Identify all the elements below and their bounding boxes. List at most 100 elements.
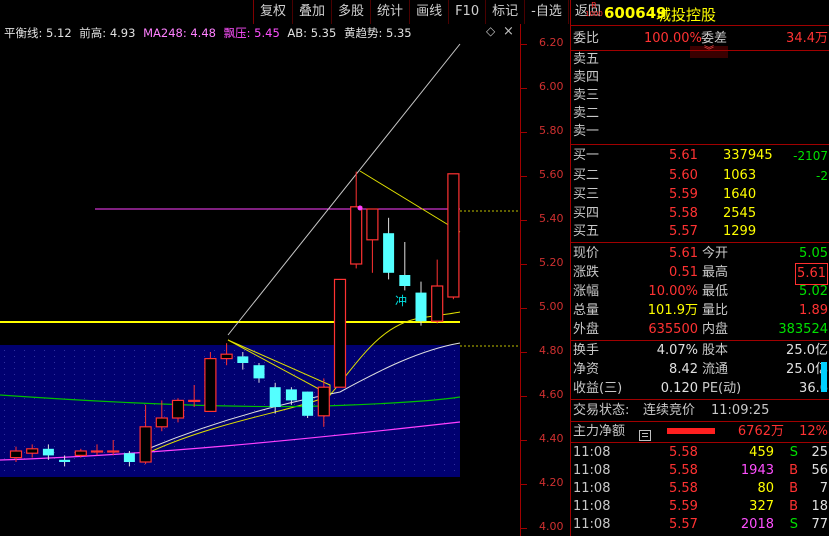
zone-dot <box>94 398 95 399</box>
zone-dot <box>204 434 205 435</box>
zone-dot <box>354 380 355 381</box>
buy-row[interactable]: 买三 5.59 1640 <box>571 185 829 205</box>
candlestick-chart[interactable]: 冲 <box>0 24 520 536</box>
draw-line-button[interactable]: 画线 <box>409 0 448 24</box>
zone-dot <box>234 416 235 417</box>
zone-dot <box>354 416 355 417</box>
tick-side: S <box>789 517 798 532</box>
zone-dot <box>284 380 285 381</box>
zone-dot <box>164 374 165 375</box>
zone-dot <box>264 440 265 441</box>
zone-dot <box>124 446 125 447</box>
scroll-indicator[interactable] <box>821 362 827 392</box>
zone-dot <box>294 422 295 423</box>
zone-dot <box>424 464 425 465</box>
zone-dot <box>224 398 225 399</box>
open-price: 5.05 <box>799 246 828 261</box>
ratio-diff-value: 34.4万 <box>786 31 828 46</box>
zone-dot <box>84 362 85 363</box>
buy-row[interactable]: 买五 5.57 1299 <box>571 222 829 242</box>
zone-dot <box>4 362 5 363</box>
zone-dot <box>234 392 235 393</box>
quote-label: 量比 <box>702 303 729 318</box>
zone-dot <box>284 470 285 471</box>
zone-dot <box>384 440 385 441</box>
zone-dot <box>424 458 425 459</box>
zone-dot <box>364 464 365 465</box>
chong-label: 冲 <box>395 293 407 308</box>
zone-dot <box>414 458 415 459</box>
buy-price: 5.61 <box>669 148 698 163</box>
zone-dot <box>434 362 435 363</box>
zone-dot <box>34 422 35 423</box>
zone-dot <box>124 428 125 429</box>
zone-dot <box>394 350 395 351</box>
zone-dot <box>34 428 35 429</box>
zone-dot <box>54 392 55 393</box>
statistics-button[interactable]: 统计 <box>370 0 409 24</box>
zone-dot <box>364 422 365 423</box>
zone-dot <box>384 434 385 435</box>
zone-dot <box>114 404 115 405</box>
zone-dot <box>144 374 145 375</box>
zone-dot <box>454 362 455 363</box>
multi-stock-button[interactable]: 多股 <box>331 0 370 24</box>
zone-dot <box>194 470 195 471</box>
zone-dot <box>424 446 425 447</box>
zone-dot <box>104 350 105 351</box>
zone-dot <box>374 446 375 447</box>
axis-tick <box>521 264 527 265</box>
buy-row[interactable]: 买四 5.58 2545 <box>571 204 829 224</box>
overlay-button[interactable]: 叠加 <box>292 0 331 24</box>
remove-watchlist-button[interactable]: -自选 <box>524 0 568 24</box>
mark-button[interactable]: 标记 <box>485 0 524 24</box>
axis-label: 4.00 <box>539 520 564 533</box>
ratio-label: 委比 <box>573 31 600 46</box>
zone-dot <box>294 446 295 447</box>
zone-dot <box>354 386 355 387</box>
zone-dot <box>454 410 455 411</box>
zone-dot <box>314 368 315 369</box>
zone-dot <box>254 428 255 429</box>
zone-dot <box>44 428 45 429</box>
zone-dot <box>224 380 225 381</box>
fund-row: 换手 4.07% 股本 25.0亿 <box>571 341 829 361</box>
zone-dot <box>344 428 345 429</box>
zone-dot <box>444 416 445 417</box>
zone-dot <box>364 440 365 441</box>
zone-dot <box>64 404 65 405</box>
net-assets: 8.42 <box>669 362 698 377</box>
tick-side: B <box>789 499 798 514</box>
zone-dot <box>154 350 155 351</box>
zone-dot <box>154 386 155 387</box>
zone-dot <box>184 368 185 369</box>
zone-dot <box>434 452 435 453</box>
f10-button[interactable]: F10 <box>448 0 485 24</box>
zone-dot <box>354 350 355 351</box>
zone-dot <box>264 392 265 393</box>
zone-dot <box>84 458 85 459</box>
zone-dot <box>4 350 5 351</box>
sell-row: 卖一 <box>571 122 829 142</box>
zone-dot <box>304 356 305 357</box>
zone-dot <box>194 458 195 459</box>
zone-dot <box>384 446 385 447</box>
stock-header: R 1000 600649 城投控股 <box>571 0 829 26</box>
zone-dot <box>94 440 95 441</box>
zone-dot <box>404 362 405 363</box>
zone-dot <box>84 422 85 423</box>
zone-dot <box>204 416 205 417</box>
zone-dot <box>24 440 25 441</box>
zone-dot <box>454 446 455 447</box>
buy-row[interactable]: 买二 5.60 1063 -2 <box>571 166 829 186</box>
zone-dot <box>234 350 235 351</box>
zone-dot <box>274 362 275 363</box>
axis-tick <box>521 220 527 221</box>
quote-label: 内盘 <box>702 322 729 337</box>
zone-dot <box>354 440 355 441</box>
candle-down <box>237 356 249 363</box>
zone-dot <box>94 446 95 447</box>
zone-dot <box>454 374 455 375</box>
restore-rights-button[interactable]: 复权 <box>253 0 292 24</box>
buy-row[interactable]: 买一 5.61 337945 -2107 <box>571 146 829 166</box>
